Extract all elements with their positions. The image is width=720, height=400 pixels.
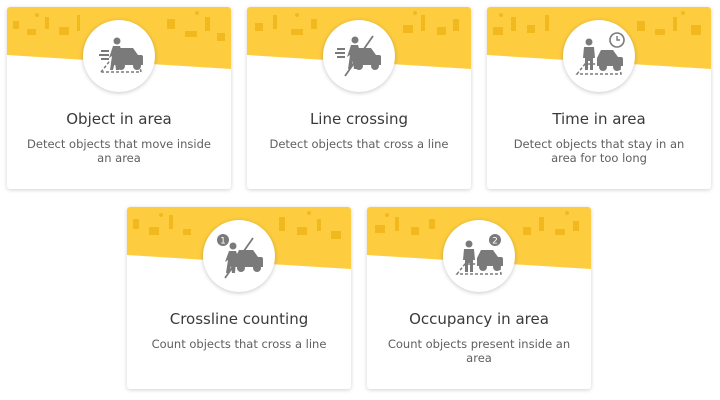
count-badge: 2 [492,237,498,247]
card-crossline-counting[interactable]: 1 Crossline counting Count objects that … [127,207,351,389]
icon-badge [563,20,635,92]
card-occupancy-in-area[interactable]: 2 Occupancy in area Count objects presen… [367,207,591,389]
person-car-clock-icon [575,32,625,75]
card-title: Occupancy in area [409,310,549,328]
card-description: Detect objects that cross a line [269,137,449,151]
icon-badge [83,20,155,92]
card-title: Time in area [552,110,646,128]
card-description: Detect objects that move inside an area [27,137,211,165]
card-title: Line crossing [309,110,409,128]
person-car-line-icon [335,35,381,77]
card-description: Count objects that cross a line [151,337,327,351]
card-line-crossing[interactable]: Line crossing Detect objects that cross … [247,7,471,189]
card-description: Count objects present inside an area [387,337,571,365]
card-object-in-area[interactable]: Object in area Detect objects that move … [7,7,231,189]
person-car-line-count-icon: 1 [217,234,263,279]
person-car-area-icon [99,37,143,73]
icon-badge: 2 [443,220,515,292]
count-badge: 1 [220,237,226,247]
card-title: Crossline counting [169,310,309,328]
person-car-area-count-icon: 2 [455,234,503,275]
icon-badge: 1 [203,220,275,292]
card-title: Object in area [66,110,172,128]
card-description: Detect objects that stay in an area for … [513,137,685,165]
card-time-in-area[interactable]: Time in area Detect objects that stay in… [487,7,711,189]
icon-badge [323,20,395,92]
